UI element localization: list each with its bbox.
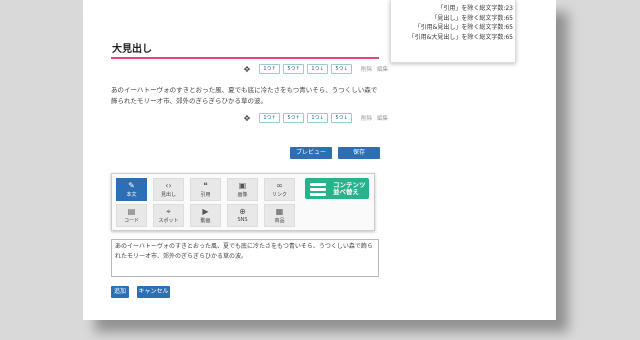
move-down-1-button[interactable]: 1つ↓ [307,113,328,123]
camera-icon: ▣ [238,181,247,190]
tile-spot[interactable]: ⌖ スポット [153,204,184,227]
move-down-5-button[interactable]: 5つ↓ [331,64,352,74]
tile-heading[interactable]: ‹› 見出し [153,178,184,201]
code-bracket-icon: ‹› [165,181,172,190]
move-up-5-button[interactable]: 5つ↑ [283,64,304,74]
link-icon: ∞ [276,181,283,190]
count-line: 「引用&大見出し」を除く総文字数:65 [408,33,513,41]
edit-link[interactable]: 編集 [377,114,388,122]
tile-code[interactable]: ▤ コード [116,204,147,227]
count-line: 「引用&見出し」を除く総文字数:65 [414,24,513,31]
tile-label: 引用 [200,192,211,198]
paragraph-block: あのイーハトーヴォのすきとおった風、夏でも底に冷たさをもつ青いそら、うつくしい森… [111,86,378,105]
move-down-1-button[interactable]: 1つ↓ [307,64,328,74]
video-icon: ▶ [202,207,209,216]
move-up-1-button[interactable]: 1つ↑ [259,64,280,74]
tile-sns[interactable]: ⊕ SNS [227,204,258,227]
count-line: 「引用」を除く総文字数:23 [437,5,513,12]
move-icon[interactable]: ✥ [243,114,251,123]
tile-image[interactable]: ▣ 画像 [227,178,258,201]
move-icon[interactable]: ✥ [243,65,251,74]
tile-label: 商品 [274,218,285,224]
add-button[interactable]: 追加 [111,286,129,298]
pen-icon: ✎ [128,181,135,190]
delete-link[interactable]: 削除 [361,114,372,122]
tile-label: スポット [158,218,179,224]
content-textarea[interactable]: あのイーハトーヴォのすきとおった風、夏でも底に冷たさをもつ青いそら、うつくしい森… [111,239,379,277]
keyboard-icon: ▤ [127,207,136,216]
sort-list-icon [310,183,326,198]
tile-label: 本文 [126,192,137,198]
preview-button[interactable]: プレビュー [290,147,332,159]
heading-underline [111,57,379,59]
tile-link[interactable]: ∞ リンク [264,178,295,201]
globe-icon: ⊕ [239,207,246,216]
count-line: 「見出し」を除く総文字数:65 [431,14,513,22]
move-up-5-button[interactable]: 5つ↑ [283,113,304,123]
tile-label: 見出し [160,192,176,198]
move-down-5-button[interactable]: 5つ↓ [331,113,352,123]
tile-label: 動画 [200,218,211,224]
block-controls-heading: ✥ 1つ↑ 5つ↑ 1つ↓ 5つ↓ 削除 編集 [243,64,388,74]
content-sort-button[interactable]: コンテンツ 並べ替え [305,178,369,199]
character-count-panel: 「引用」を除く総文字数:23 「見出し」を除く総文字数:65 「引用&見出し」を… [390,0,516,63]
tile-label: リンク [271,192,287,198]
sort-label: コンテンツ 並べ替え [333,182,366,196]
tile-label: SNS [237,217,248,223]
edit-link[interactable]: 編集 [377,65,388,73]
sort-label-line-2: 並べ替え [333,188,359,196]
tile-label: コード [123,218,139,224]
save-button[interactable]: 保存 [338,147,380,159]
bag-icon: ▦ [275,207,284,216]
block-controls-paragraph: ✥ 1つ↑ 5つ↑ 1つ↓ 5つ↓ 削除 編集 [243,113,388,123]
move-up-1-button[interactable]: 1つ↑ [259,113,280,123]
block-type-palette: ✎ 本文 ‹› 見出し ❝ 引用 ▣ 画像 ∞ リンク コンテンツ 並べ替え ▤… [111,173,375,231]
tile-product[interactable]: ▦ 商品 [264,204,295,227]
block-heading: 大見出し [112,44,152,55]
map-icon: ⌖ [166,207,171,216]
quote-icon: ❝ [203,181,208,190]
tile-quote[interactable]: ❝ 引用 [190,178,221,201]
tile-label: 画像 [237,192,248,198]
delete-link[interactable]: 削除 [361,65,372,73]
tile-video[interactable]: ▶ 動画 [190,204,221,227]
cancel-button[interactable]: キャンセル [137,286,170,298]
tile-body-text[interactable]: ✎ 本文 [116,178,147,201]
